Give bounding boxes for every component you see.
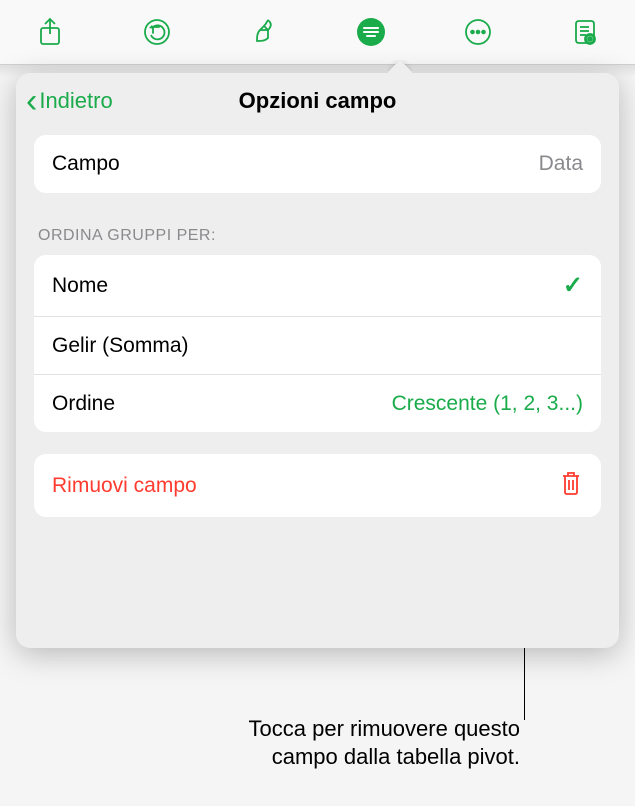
undo-icon xyxy=(142,17,172,47)
pivot-button[interactable] xyxy=(331,0,411,65)
callout-text: Tocca per rimuovere questo campo dalla t… xyxy=(249,715,520,772)
field-card: Campo Data xyxy=(34,135,601,193)
order-label: Ordine xyxy=(52,392,115,416)
popover-arrow xyxy=(388,60,412,74)
chevron-left-icon: ‹ xyxy=(26,84,37,118)
sort-option-gelir[interactable]: Gelir (Somma) xyxy=(34,316,601,374)
popover-header: ‹ Indietro Opzioni campo xyxy=(16,73,619,129)
sort-option-nome[interactable]: Nome ✓ xyxy=(34,255,601,316)
remove-label: Rimuovi campo xyxy=(52,474,197,498)
more-icon xyxy=(463,17,493,47)
field-options-popover: ‹ Indietro Opzioni campo Campo Data ORDI… xyxy=(16,73,619,648)
more-button[interactable] xyxy=(438,0,518,65)
brush-icon xyxy=(249,17,279,47)
popover-title: Opzioni campo xyxy=(239,88,397,114)
field-value: Data xyxy=(539,152,583,176)
trash-icon xyxy=(559,470,583,501)
back-label: Indietro xyxy=(39,88,112,114)
popover-body: Campo Data ORDINA GRUPPI PER: Nome ✓ Gel… xyxy=(16,129,619,535)
field-label: Campo xyxy=(52,152,120,176)
sort-section-header: ORDINA GRUPPI PER: xyxy=(38,227,597,245)
pivot-icon xyxy=(356,17,386,47)
format-button[interactable] xyxy=(224,0,304,65)
sort-option-label: Nome xyxy=(52,274,108,298)
back-button[interactable]: ‹ Indietro xyxy=(26,73,113,129)
remove-field-button[interactable]: Rimuovi campo xyxy=(34,454,601,517)
field-row[interactable]: Campo Data xyxy=(34,135,601,193)
document-icon xyxy=(570,17,600,47)
checkmark-icon: ✓ xyxy=(563,271,583,300)
undo-button[interactable] xyxy=(117,0,197,65)
sort-card: Nome ✓ Gelir (Somma) Ordine Crescente (1… xyxy=(34,255,601,432)
order-row[interactable]: Ordine Crescente (1, 2, 3...) xyxy=(34,374,601,432)
share-icon xyxy=(35,17,65,47)
top-toolbar xyxy=(0,0,635,65)
sort-option-label: Gelir (Somma) xyxy=(52,334,189,358)
remove-card: Rimuovi campo xyxy=(34,454,601,517)
share-button[interactable] xyxy=(10,0,90,65)
read-mode-button[interactable] xyxy=(545,0,625,65)
order-value: Crescente (1, 2, 3...) xyxy=(392,392,583,416)
